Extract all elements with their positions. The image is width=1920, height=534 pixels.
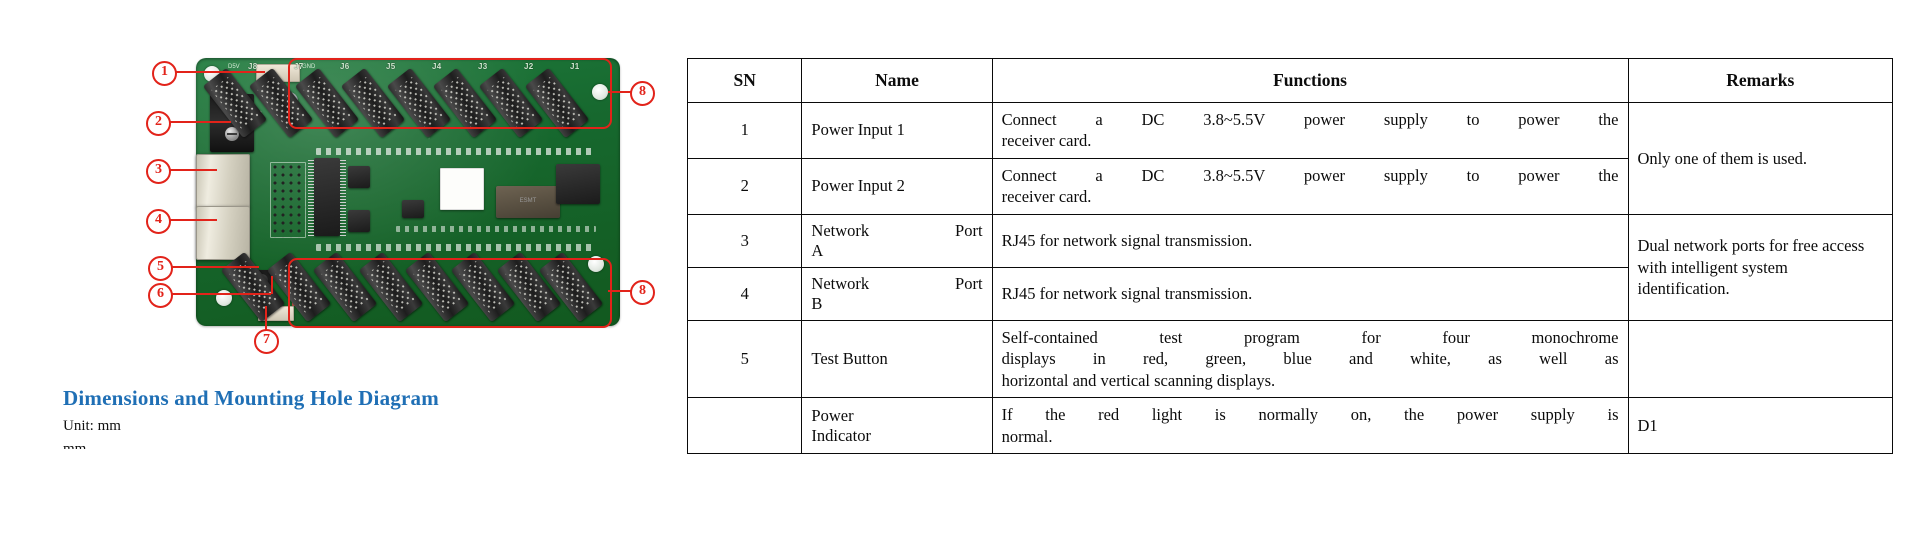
network-port-a [196, 154, 250, 208]
ic-pins-right [340, 158, 346, 236]
highlight-box-top-connectors [288, 58, 612, 129]
spec-table: SN Name Functions Remarks 1 Power Input … [686, 58, 1893, 454]
fn-line-1: Connect a DC 3.8~5.5V power supply to po… [1001, 165, 1619, 185]
network-port-b [196, 206, 250, 260]
table-row: 1 Power Input 1 Connect a DC 3.8~5.5V po… [686, 102, 1893, 215]
callout-8-top: 8 [630, 81, 655, 106]
cell-sn: 4 [686, 266, 803, 321]
section-heading: Dimensions and Mounting Hole Diagram [63, 386, 439, 410]
leader-3 [169, 169, 217, 171]
driver-ic-left [314, 158, 340, 236]
column-header-remarks: Remarks [1627, 58, 1893, 103]
cell-name: Network Port B [801, 266, 993, 321]
cell-name: Network Port A [801, 213, 993, 268]
leader-6-vertical [271, 276, 273, 294]
cell-sn [686, 397, 803, 454]
column-header-name: Name [801, 58, 993, 103]
leader-2 [169, 121, 231, 123]
pin-header-array [270, 162, 306, 238]
cell-functions: RJ45 for network signal transmission. [991, 213, 1629, 268]
name-line-2: B [811, 293, 823, 313]
callout-8-bottom: 8 [630, 280, 655, 305]
label-j8: J8 [248, 62, 258, 71]
cell-name: Power Input 2 [801, 157, 993, 215]
name-line-1: Power [811, 405, 854, 425]
qfn-ic-1 [348, 166, 370, 188]
callout-2: 2 [146, 111, 171, 136]
leader-7-vertical [265, 306, 267, 330]
soic-ic [402, 200, 424, 218]
leader-5 [171, 266, 259, 268]
silk-d5v-top: D5V [228, 64, 240, 70]
table-row: 5 Test Button Self-contained test progra… [686, 319, 1893, 399]
name-line-1: Network Port [811, 220, 983, 240]
callout-1: 1 [152, 61, 177, 86]
cell-functions: If the red light is normally on, the pow… [991, 397, 1629, 454]
column-header-functions: Functions [991, 58, 1629, 103]
memory-ic-esmt: ESMT [496, 186, 560, 218]
fn-line-1: Connect a DC 3.8~5.5V power supply to po… [1001, 110, 1619, 129]
name-line-1: Network Port [811, 273, 983, 293]
cell-name: Power Input 1 [801, 102, 993, 159]
page-root: D5V D5V GND GND [0, 0, 1920, 534]
qfn-ic-2 [348, 210, 370, 232]
unit-note: Unit: mm [63, 418, 121, 434]
cell-sn: 5 [686, 319, 803, 399]
cell-sn: 2 [686, 157, 803, 215]
smd-row-top [316, 148, 596, 155]
highlight-box-bottom-connectors [288, 258, 612, 328]
cell-remarks: D1 [1627, 397, 1893, 454]
ic-pins-left [308, 158, 314, 236]
cell-remarks [1627, 319, 1893, 399]
cell-sn: 3 [686, 213, 803, 268]
label-sticker [440, 168, 484, 210]
cell-functions: Connect a DC 3.8~5.5V power supply to po… [991, 102, 1629, 159]
leader-6 [171, 293, 271, 295]
fn-line-2: normal. [1001, 426, 1053, 446]
leader-4 [169, 219, 217, 221]
cell-remarks: Dual network ports for free access with … [1627, 213, 1893, 321]
cell-sn: 1 [686, 102, 803, 159]
name-line-2: Indicator [811, 425, 871, 445]
leader-8-top [608, 91, 632, 93]
callout-5: 5 [148, 256, 173, 281]
fn-line-2: receiver card. [1001, 187, 1092, 207]
cut-off-text-line: mm [63, 441, 87, 449]
cell-name: Power Indicator [801, 397, 993, 454]
callout-6: 6 [148, 283, 173, 308]
cell-functions: RJ45 for network signal transmission. [991, 266, 1629, 321]
table-row: Power Indicator If the red light is norm… [686, 397, 1893, 454]
name-line-2: A [811, 240, 824, 260]
spec-table-container: SN Name Functions Remarks 1 Power Input … [686, 58, 1897, 454]
fpga-ic [556, 164, 600, 204]
cell-name: Test Button [801, 319, 993, 399]
table-row: 3 Network Port A RJ45 for network signal… [686, 213, 1893, 321]
leader-1 [175, 71, 265, 73]
smd-row-mid [396, 226, 596, 232]
column-header-sn: SN [686, 58, 803, 103]
callout-3: 3 [146, 159, 171, 184]
board-diagram-panel: D5V D5V GND GND [0, 0, 680, 534]
fn-line-2: displays in red, green, blue and white, … [1001, 349, 1619, 369]
fn-line-1: If the red light is normally on, the pow… [1001, 405, 1619, 425]
fn-line-1: Self-contained test program for four mon… [1001, 327, 1619, 347]
fn-line-2: receiver card. [1001, 131, 1092, 151]
ic-marking-esmt: ESMT [519, 198, 537, 205]
callout-4: 4 [146, 209, 171, 234]
callout-7: 7 [254, 329, 279, 354]
cell-functions: Self-contained test program for four mon… [991, 319, 1629, 399]
smd-row-bottom [316, 244, 596, 251]
cell-functions: Connect a DC 3.8~5.5V power supply to po… [991, 157, 1629, 215]
leader-8-bottom [608, 290, 632, 292]
fn-line-3: horizontal and vertical scanning display… [1001, 370, 1276, 390]
cell-remarks: Only one of them is used. [1627, 102, 1893, 215]
table-header-row: SN Name Functions Remarks [686, 58, 1893, 103]
